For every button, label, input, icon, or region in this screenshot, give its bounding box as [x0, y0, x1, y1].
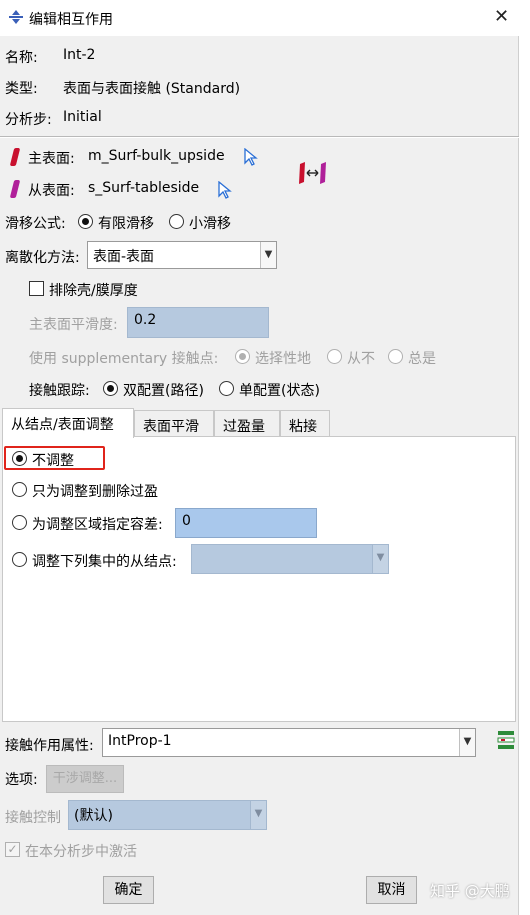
property-value: IntProp-1: [108, 733, 172, 749]
close-icon[interactable]: ✕: [494, 6, 509, 27]
tolerance-field[interactable]: 0: [175, 508, 317, 538]
control-value: (默认): [74, 808, 113, 824]
chevron-down-icon: ▼: [372, 545, 388, 573]
adjust-remove-overclosure-label[interactable]: 只为调整到删除过盈: [32, 481, 158, 501]
adjust-set-radio[interactable]: [12, 552, 27, 567]
tab-panel: [2, 436, 516, 722]
tracking-two-config-label[interactable]: 双配置(路径): [123, 380, 204, 400]
activate-label: 在本分析步中激活: [25, 844, 137, 860]
type-label: 类型:: [5, 81, 38, 97]
separator-highlight: [0, 137, 519, 138]
master-surface-value: m_Surf-bulk_upside: [88, 148, 225, 164]
sliding-finite-radio[interactable]: [78, 214, 93, 229]
supplementary-always-radio: [388, 349, 403, 364]
control-label: 接触控制: [5, 810, 61, 826]
smoothing-label: 主表面平滑度:: [29, 317, 118, 333]
activate-checkbox: ✓: [5, 842, 20, 857]
supplementary-selective-radio: [235, 349, 250, 364]
adjust-none-label[interactable]: 不调整: [32, 450, 74, 470]
supplementary-never-label: 从不: [347, 351, 375, 367]
supplementary-never-radio: [327, 349, 342, 364]
tracking-label: 接触跟踪:: [29, 383, 90, 399]
chevron-down-icon: ▼: [459, 729, 475, 756]
watermark: 知乎 @大鹏: [430, 882, 510, 900]
name-label: 名称:: [5, 50, 38, 66]
tab-interference[interactable]: 过盈量: [214, 410, 280, 438]
discretization-value: 表面-表面: [93, 249, 155, 265]
exclude-shell-label[interactable]: 排除壳/膜厚度: [49, 280, 138, 300]
title-bar: 编辑相互作用 ✕: [0, 0, 530, 36]
adjust-none-radio[interactable]: [12, 451, 27, 466]
slave-surface-value: s_Surf-tableside: [88, 180, 200, 196]
tab-slave-adjustment[interactable]: 从结点/表面调整: [2, 408, 134, 438]
discretization-label: 离散化方法:: [5, 250, 80, 266]
interaction-icon: [9, 10, 23, 24]
master-surface-label: 主表面:: [28, 151, 75, 167]
adjust-set-label[interactable]: 调整下列集中的从结点:: [32, 551, 177, 571]
step-label: 分析步:: [5, 112, 52, 128]
swap-surfaces-icon[interactable]: [297, 160, 329, 186]
cancel-button[interactable]: 取消: [366, 876, 417, 904]
tracking-single-config-radio[interactable]: [219, 381, 234, 396]
adjust-set-select: ▼: [191, 544, 389, 574]
sliding-small-label[interactable]: 小滑移: [189, 213, 231, 233]
chevron-down-icon: ▼: [260, 242, 276, 268]
window-title: 编辑相互作用: [29, 12, 113, 28]
pick-cursor-icon[interactable]: [217, 181, 233, 199]
exclude-shell-checkbox[interactable]: [29, 281, 44, 296]
adjust-remove-overclosure-radio[interactable]: [12, 482, 27, 497]
tab-bond[interactable]: 粘接: [280, 410, 330, 438]
adjust-tolerance-label[interactable]: 为调整区域指定容差:: [32, 514, 163, 534]
control-select: (默认) ▼: [68, 800, 267, 830]
supplementary-always-label: 总是: [408, 351, 436, 367]
supplementary-selective-label: 选择性地: [255, 351, 311, 367]
property-select[interactable]: IntProp-1 ▼: [102, 728, 476, 757]
ok-button[interactable]: 确定: [103, 876, 154, 904]
adjust-tolerance-radio[interactable]: [12, 515, 27, 530]
tracking-single-config-label[interactable]: 单配置(状态): [239, 380, 320, 400]
create-property-icon[interactable]: [495, 729, 517, 751]
type-value: 表面与表面接触 (Standard): [63, 81, 241, 97]
step-value: Initial: [63, 109, 102, 125]
name-value: Int-2: [63, 47, 96, 63]
pick-cursor-icon[interactable]: [243, 148, 259, 166]
sliding-finite-label[interactable]: 有限滑移: [98, 213, 154, 233]
sliding-small-radio[interactable]: [169, 214, 184, 229]
options-label: 选项:: [5, 772, 38, 788]
smoothing-field: 0.2: [127, 307, 269, 338]
supplementary-label: 使用 supplementary 接触点:: [29, 351, 219, 367]
tracking-two-config-radio[interactable]: [103, 381, 118, 396]
property-label: 接触作用属性:: [5, 738, 94, 754]
discretization-select[interactable]: 表面-表面 ▼: [87, 241, 277, 269]
tab-surface-smoothing[interactable]: 表面平滑: [134, 410, 214, 438]
sliding-label: 滑移公式:: [5, 216, 66, 232]
chevron-down-icon: ▼: [250, 801, 266, 829]
interference-adjust-button: 干涉调整...: [46, 765, 124, 793]
slave-surface-label: 从表面:: [28, 183, 75, 199]
